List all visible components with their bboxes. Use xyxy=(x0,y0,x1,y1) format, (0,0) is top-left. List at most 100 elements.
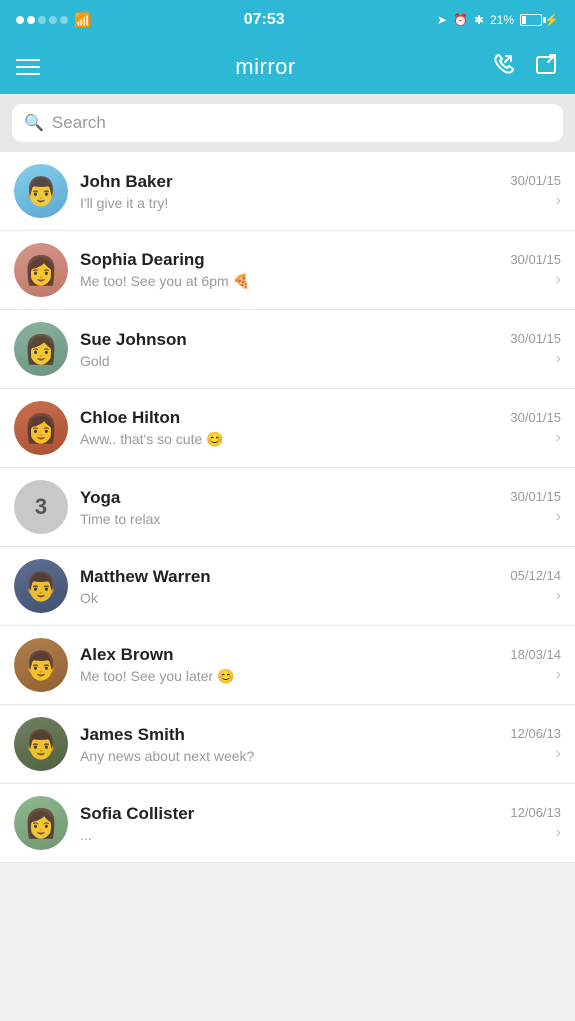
search-bar[interactable]: 🔍 Search xyxy=(12,104,563,142)
battery-icon xyxy=(520,14,542,26)
chevron-icon-matthew-warren: › xyxy=(556,587,561,605)
menu-button[interactable] xyxy=(16,59,40,75)
chevron-icon-john-baker: › xyxy=(556,192,561,210)
conversation-date-john-baker: 30/01/15 xyxy=(510,173,561,188)
signal-dot-2 xyxy=(27,16,35,24)
conversation-name-matthew-warren: Matthew Warren xyxy=(80,567,502,587)
battery-percent: 21% xyxy=(490,13,514,27)
conversation-meta-yoga: 30/01/15 › xyxy=(510,489,561,526)
conversation-date-sophia-dearing: 30/01/15 xyxy=(510,252,561,267)
chevron-icon-alex-brown: › xyxy=(556,666,561,684)
battery-indicator: ⚡ xyxy=(520,13,559,27)
location-icon: ➤ xyxy=(437,13,447,27)
signal-dot-3 xyxy=(38,16,46,24)
conversation-name-yoga: Yoga xyxy=(80,488,502,508)
charging-icon: ⚡ xyxy=(544,13,559,27)
conversation-preview-sue-johnson: Gold xyxy=(80,353,502,369)
conversation-meta-john-baker: 30/01/15 › xyxy=(510,173,561,210)
conversation-date-alex-brown: 18/03/14 xyxy=(510,647,561,662)
status-time: 07:53 xyxy=(244,11,285,29)
conversation-content-chloe-hilton: Chloe Hilton Aww.. that's so cute 😊 xyxy=(80,408,502,448)
search-placeholder[interactable]: Search xyxy=(52,113,106,133)
avatar-sue-johnson: 👩 xyxy=(14,322,68,376)
battery-fill xyxy=(522,16,526,24)
signal-dot-4 xyxy=(49,16,57,24)
conversation-name-sofia-collister: Sofia Collister xyxy=(80,804,502,824)
avatar-alex-brown: 👨 xyxy=(14,638,68,692)
conversation-preview-yoga: Time to relax xyxy=(80,511,502,527)
conversation-name-john-baker: John Baker xyxy=(80,172,502,192)
conversation-preview-james-smith: Any news about next week? xyxy=(80,748,502,764)
bluetooth-icon: ✱ xyxy=(474,13,484,27)
conversation-date-matthew-warren: 05/12/14 xyxy=(510,568,561,583)
conversation-item-james-smith[interactable]: 👨 James Smith Any news about next week? … xyxy=(0,705,575,784)
conversation-date-sue-johnson: 30/01/15 xyxy=(510,331,561,346)
signal-dots xyxy=(16,16,68,24)
conversation-item-yoga[interactable]: 3 Yoga Time to relax 30/01/15 › xyxy=(0,468,575,547)
status-left: 📶 xyxy=(16,12,91,29)
avatar-yoga: 3 xyxy=(14,480,68,534)
app-header: mirror xyxy=(0,40,575,94)
conversation-name-sue-johnson: Sue Johnson xyxy=(80,330,502,350)
conversation-content-matthew-warren: Matthew Warren Ok xyxy=(80,567,502,606)
conversation-name-sophia-dearing: Sophia Dearing xyxy=(80,250,502,270)
conversation-preview-john-baker: I'll give it a try! xyxy=(80,195,502,211)
conversation-item-sue-johnson[interactable]: 👩 Sue Johnson Gold 30/01/15 › xyxy=(0,310,575,389)
conversation-meta-matthew-warren: 05/12/14 › xyxy=(510,568,561,605)
conversation-item-sophia-dearing[interactable]: 👩 Sophia Dearing Me too! See you at 6pm … xyxy=(0,231,575,310)
status-right: ➤ ⏰ ✱ 21% ⚡ xyxy=(437,13,559,27)
chevron-icon-sofia-collister: › xyxy=(556,824,561,842)
conversation-meta-alex-brown: 18/03/14 › xyxy=(510,647,561,684)
conversation-content-sophia-dearing: Sophia Dearing Me too! See you at 6pm 🍕 xyxy=(80,250,502,290)
conversation-item-john-baker[interactable]: 👨 John Baker I'll give it a try! 30/01/1… xyxy=(0,152,575,231)
avatar-james-smith: 👨 xyxy=(14,717,68,771)
search-icon: 🔍 xyxy=(24,113,44,133)
status-bar: 📶 07:53 ➤ ⏰ ✱ 21% ⚡ xyxy=(0,0,575,40)
chevron-icon-sue-johnson: › xyxy=(556,350,561,368)
conversation-preview-sophia-dearing: Me too! See you at 6pm 🍕 xyxy=(80,273,502,290)
conversation-preview-sofia-collister: ... xyxy=(80,827,502,843)
conversation-content-john-baker: John Baker I'll give it a try! xyxy=(80,172,502,211)
conversation-meta-james-smith: 12/06/13 › xyxy=(510,726,561,763)
avatar-matthew-warren: 👨 xyxy=(14,559,68,613)
conversation-date-yoga: 30/01/15 xyxy=(510,489,561,504)
alarm-icon: ⏰ xyxy=(453,13,468,27)
conversation-item-sofia-collister[interactable]: 👩 Sofia Collister ... 12/06/13 › xyxy=(0,784,575,863)
chevron-icon-chloe-hilton: › xyxy=(556,429,561,447)
conversation-meta-chloe-hilton: 30/01/15 › xyxy=(510,410,561,447)
chevron-icon-sophia-dearing: › xyxy=(556,271,561,289)
conversation-content-alex-brown: Alex Brown Me too! See you later 😊 xyxy=(80,645,502,685)
conversation-item-chloe-hilton[interactable]: 👩 Chloe Hilton Aww.. that's so cute 😊 30… xyxy=(0,389,575,468)
avatar-sophia-dearing: 👩 xyxy=(14,243,68,297)
avatar-john-baker: 👨 xyxy=(14,164,68,218)
conversation-preview-chloe-hilton: Aww.. that's so cute 😊 xyxy=(80,431,502,448)
avatar-sofia-collister: 👩 xyxy=(14,796,68,850)
conversation-content-sofia-collister: Sofia Collister ... xyxy=(80,804,502,843)
signal-dot-5 xyxy=(60,16,68,24)
conversation-content-james-smith: James Smith Any news about next week? xyxy=(80,725,502,764)
conversation-item-alex-brown[interactable]: 👨 Alex Brown Me too! See you later 😊 18/… xyxy=(0,626,575,705)
menu-line-3 xyxy=(16,73,40,75)
conversation-date-james-smith: 12/06/13 xyxy=(510,726,561,741)
signal-dot-1 xyxy=(16,16,24,24)
conversation-meta-sue-johnson: 30/01/15 › xyxy=(510,331,561,368)
app-title: mirror xyxy=(235,54,295,80)
conversation-name-alex-brown: Alex Brown xyxy=(80,645,502,665)
search-container: 🔍 Search xyxy=(0,94,575,152)
avatar-chloe-hilton: 👩 xyxy=(14,401,68,455)
conversation-meta-sophia-dearing: 30/01/15 › xyxy=(510,252,561,289)
compose-icon[interactable] xyxy=(533,51,559,83)
chevron-icon-yoga: › xyxy=(556,508,561,526)
conversation-name-chloe-hilton: Chloe Hilton xyxy=(80,408,502,428)
call-icon[interactable] xyxy=(491,51,517,83)
chevron-icon-james-smith: › xyxy=(556,745,561,763)
wifi-icon: 📶 xyxy=(74,12,91,29)
header-icons xyxy=(491,51,559,83)
conversation-meta-sofia-collister: 12/06/13 › xyxy=(510,805,561,842)
conversation-name-james-smith: James Smith xyxy=(80,725,502,745)
conversation-date-chloe-hilton: 30/01/15 xyxy=(510,410,561,425)
conversation-list: 👨 John Baker I'll give it a try! 30/01/1… xyxy=(0,152,575,863)
conversation-content-yoga: Yoga Time to relax xyxy=(80,488,502,527)
conversation-preview-matthew-warren: Ok xyxy=(80,590,502,606)
conversation-item-matthew-warren[interactable]: 👨 Matthew Warren Ok 05/12/14 › xyxy=(0,547,575,626)
